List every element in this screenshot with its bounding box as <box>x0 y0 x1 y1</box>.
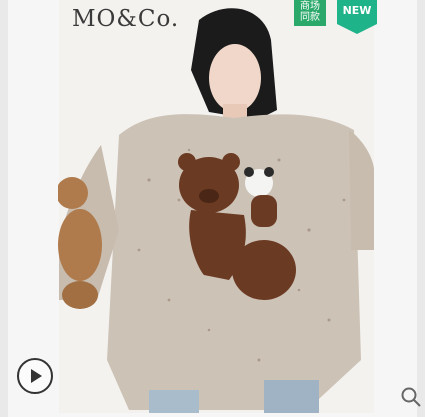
left-gallery-edge <box>0 0 8 417</box>
in-store-badge-label: 商场 同款 <box>300 1 320 23</box>
play-icon <box>31 369 42 383</box>
brand-logo: MO&Co. <box>72 6 180 32</box>
play-video-button[interactable] <box>17 358 53 394</box>
product-gallery: MO&Co. 商场 同款 NEW <box>0 0 425 417</box>
search-icon[interactable] <box>400 386 422 408</box>
in-store-badge: 商场 同款 <box>294 0 326 26</box>
teddy-bear-prop <box>58 177 102 309</box>
new-badge-label: NEW <box>342 4 372 17</box>
right-gallery-edge <box>417 0 425 417</box>
